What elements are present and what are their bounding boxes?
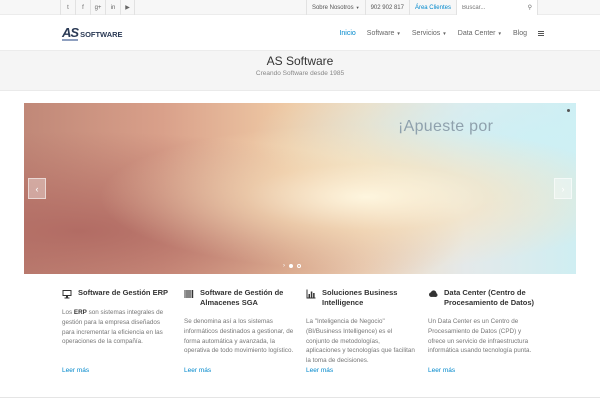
search-input[interactable] xyxy=(462,4,522,11)
slide-indicator-dot xyxy=(567,109,570,112)
feature-data-center: Data Center (Centro de Procesamiento de … xyxy=(428,288,538,374)
logo-mark: AS xyxy=(62,25,79,40)
nav-item-inicio[interactable]: Inicio xyxy=(339,30,355,37)
chevron-down-icon: ▼ xyxy=(396,30,401,36)
nav-label: Data Center xyxy=(457,29,496,37)
read-more-link[interactable]: Leer más xyxy=(62,367,89,374)
desc-text: Se denomina así a los sistemas informáti… xyxy=(184,318,294,355)
feature-title: Software de Gestión ERP xyxy=(78,288,169,297)
about-label: Sobre Nosotros xyxy=(311,4,354,11)
desc-text: Un Data Center es un Centro de Procesami… xyxy=(428,318,532,355)
chevron-down-icon: ▼ xyxy=(442,30,447,36)
pager-dot[interactable] xyxy=(297,264,301,268)
linkedin-icon[interactable]: in xyxy=(105,0,120,15)
menu-icon[interactable] xyxy=(538,30,544,36)
top-bar: t f g+ in ▶ Sobre Nosotros ▼ 902 902 817… xyxy=(0,0,600,15)
monitor-icon xyxy=(62,290,72,299)
about-dropdown[interactable]: Sobre Nosotros ▼ xyxy=(305,0,365,15)
twitter-icon[interactable]: t xyxy=(60,0,75,15)
site-header: AS SOFTWARE Inicio Software ▼ Servicios … xyxy=(0,15,600,51)
nav-label: Blog xyxy=(512,29,527,37)
chevron-right-icon: › xyxy=(561,183,565,194)
feature-title: Software de Gestión de Almacenes SGA xyxy=(200,288,284,307)
hero-slider: ¡Apueste por ‹ › › xyxy=(24,103,576,274)
search-box: ⚲ xyxy=(456,0,538,15)
nav-item-blog[interactable]: Blog xyxy=(513,30,527,37)
nav-item-servicios[interactable]: Servicios ▼ xyxy=(412,30,447,37)
barcode-icon xyxy=(184,290,194,298)
top-links: Sobre Nosotros ▼ 902 902 817 Área Client… xyxy=(305,0,538,15)
feature-erp: Software de Gestión ERP Los ERP son sist… xyxy=(62,288,172,374)
client-area-link[interactable]: Área Clientes xyxy=(408,0,456,15)
slider-prev-button[interactable]: ‹ xyxy=(28,178,46,199)
desc-text: La "Inteligencia de Negocio" (BI/Busines… xyxy=(306,318,415,365)
nav-item-software[interactable]: Software ▼ xyxy=(367,30,401,37)
feature-description: Los ERP son sistemas integrales de gesti… xyxy=(62,308,172,347)
page-title: AS Software xyxy=(266,54,334,68)
slider-next-button[interactable]: › xyxy=(554,178,572,199)
read-more-link[interactable]: Leer más xyxy=(306,367,333,374)
page-subtitle: Creando Software desde 1985 xyxy=(255,70,345,77)
logo[interactable]: AS SOFTWARE xyxy=(62,25,123,41)
bar-chart-icon xyxy=(306,289,316,299)
nav-label: Software xyxy=(366,29,395,37)
feature-sga: Software de Gestión de Almacenes SGA Se … xyxy=(184,288,294,374)
social-links: t f g+ in ▶ xyxy=(60,0,135,15)
cloud-icon xyxy=(429,290,438,297)
main-nav: Inicio Software ▼ Servicios ▼ Data Cente… xyxy=(328,15,544,51)
search-icon[interactable]: ⚲ xyxy=(528,4,532,11)
pager-next-icon[interactable]: › xyxy=(283,263,285,269)
chevron-left-icon: ‹ xyxy=(35,183,39,194)
chevron-down-icon: ▼ xyxy=(497,30,502,36)
pager-dot-active[interactable] xyxy=(289,264,293,268)
youtube-icon[interactable]: ▶ xyxy=(120,0,135,15)
google-plus-icon[interactable]: g+ xyxy=(90,0,105,15)
facebook-icon[interactable]: f xyxy=(75,0,90,15)
feature-description: La "Inteligencia de Negocio" (BI/Busines… xyxy=(306,317,416,366)
nav-label: Inicio xyxy=(339,29,356,37)
desc-bold: ERP xyxy=(73,309,87,316)
phone-number[interactable]: 902 902 817 xyxy=(364,0,409,15)
feature-description: Se denomina así a los sistemas informáti… xyxy=(184,317,294,356)
chevron-down-icon: ▼ xyxy=(355,5,360,10)
slide-headline: ¡Apueste por xyxy=(398,118,494,135)
nav-item-data-center[interactable]: Data Center ▼ xyxy=(458,30,502,37)
desc-text: Los xyxy=(62,309,74,316)
logo-underline xyxy=(62,39,78,41)
features-section: Software de Gestión ERP Los ERP son sist… xyxy=(62,288,542,388)
read-more-link[interactable]: Leer más xyxy=(428,367,455,374)
page-title-band: AS Software Creando Software desde 1985 xyxy=(0,51,600,91)
logo-text: SOFTWARE xyxy=(80,30,123,39)
feature-bi: Soluciones Business Intelligence La "Int… xyxy=(306,288,416,374)
feature-title: Soluciones Business Intelligence xyxy=(322,288,398,307)
nav-label: Servicios xyxy=(411,29,441,37)
slider-pager: › xyxy=(283,263,301,269)
feature-description: Un Data Center es un Centro de Procesami… xyxy=(428,317,538,356)
feature-title: Data Center (Centro de Procesamiento de … xyxy=(444,288,535,307)
read-more-link[interactable]: Leer más xyxy=(184,367,211,374)
